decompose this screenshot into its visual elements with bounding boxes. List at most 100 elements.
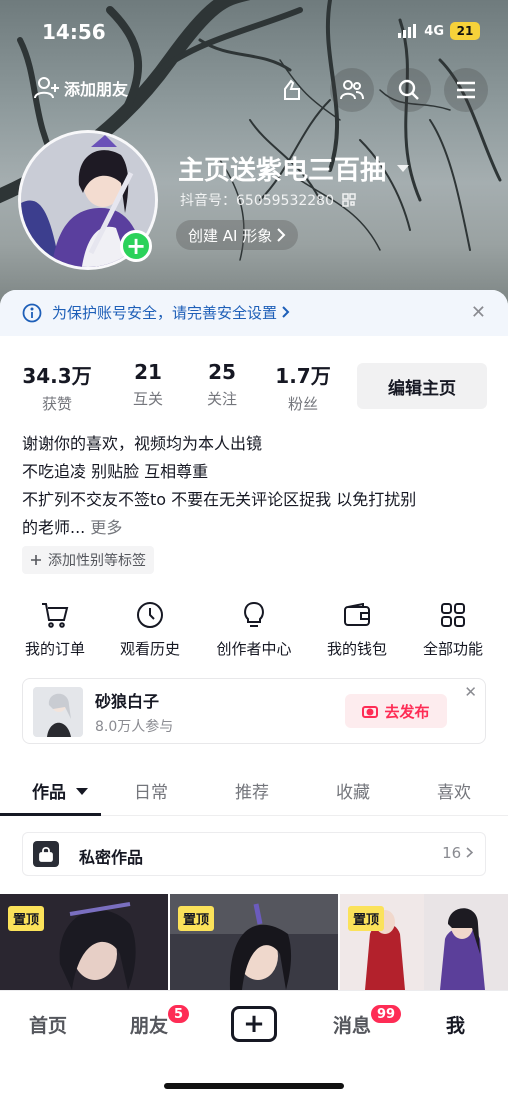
security-notice-label: 为保护账号安全，请完善安全设置: [52, 304, 278, 322]
tab-favorites[interactable]: 收藏: [336, 778, 370, 803]
menu-button[interactable]: [444, 68, 488, 112]
bio-line: 不扩列不交友不签to 不要在无关评论区捉我 以免打扰别: [22, 490, 417, 509]
status-time: 14:56: [42, 20, 106, 44]
video-tile[interactable]: 置顶: [340, 894, 508, 990]
stat-value: 34.3万: [22, 364, 92, 388]
tab-label: 作品: [32, 783, 66, 803]
chevron-right-icon: [466, 847, 474, 858]
content-tabs: 作品 日常 推荐 收藏 喜欢: [0, 770, 508, 816]
bio-line-last: 的老师... 更多: [22, 514, 492, 542]
home-indicator: [164, 1083, 344, 1089]
footprint-icon: [284, 79, 300, 100]
publish-button[interactable]: 去发布: [345, 694, 447, 728]
chevron-right-icon: [277, 228, 286, 242]
stat-mutual[interactable]: 21 互关: [118, 360, 178, 409]
bulb-icon: [244, 601, 264, 627]
stat-value: 25: [208, 360, 236, 384]
stat-followers[interactable]: 1.7万 粉丝: [270, 360, 336, 414]
quick-action-label: 创作者中心: [216, 640, 292, 658]
info-icon: [22, 303, 42, 323]
stat-value: 1.7万: [275, 364, 331, 388]
menu-icon: [457, 81, 475, 99]
stat-following[interactable]: 25 关注: [192, 360, 252, 409]
video-tile[interactable]: 置顶: [0, 894, 168, 990]
profile-card: 为保护账号安全，请完善安全设置 ✕ 34.3万 获赞 21 互关 25 关注 1…: [0, 290, 508, 1100]
add-avatar-button[interactable]: +: [120, 230, 152, 262]
tab-daily[interactable]: 日常: [134, 778, 168, 803]
stat-value: 21: [134, 360, 162, 384]
stat-label: 关注: [206, 390, 237, 408]
clock-icon: [137, 602, 163, 628]
nav-me[interactable]: 我: [446, 1011, 465, 1038]
quick-action-label: 我的订单: [24, 640, 85, 658]
nav-messages[interactable]: 消息: [333, 1011, 371, 1038]
quick-action-label: 我的钱包: [326, 640, 387, 658]
stat-likes[interactable]: 34.3万 获赞: [22, 360, 92, 414]
tab-works[interactable]: 作品: [32, 778, 88, 803]
chevron-right-icon: [282, 306, 290, 318]
private-works-count: 16: [442, 844, 474, 862]
nav-home[interactable]: 首页: [29, 1011, 67, 1038]
bio-line: 的老师...: [22, 518, 86, 537]
douyin-id-text: 抖音号：65059532280: [180, 193, 334, 209]
visitor-button[interactable]: [270, 68, 314, 112]
close-icon[interactable]: ✕: [464, 683, 477, 701]
plus-icon: +: [243, 1009, 265, 1039]
lock-icon: [33, 841, 59, 867]
add-tags-label: 添加性别等标签: [48, 553, 146, 569]
private-works-label: 私密作品: [79, 848, 144, 867]
tab-likes[interactable]: 喜欢: [437, 778, 471, 803]
plus-icon: [31, 555, 41, 565]
status-indicators: 4G 21: [398, 22, 480, 40]
profile-bio: 谢谢你的喜欢，视频均为本人出镜 不吃追凌 别贴脸 互相尊重 不扩列不交友不签to…: [22, 430, 492, 542]
quick-action-wallet[interactable]: 我的钱包: [307, 598, 407, 659]
quick-action-orders[interactable]: 我的订单: [5, 598, 105, 659]
close-icon[interactable]: ✕: [471, 302, 486, 323]
network-type: 4G: [424, 23, 444, 39]
stat-label: 互关: [132, 390, 163, 408]
promo-thumbnail-image: [33, 687, 83, 737]
profile-topbar: 添加朋友: [0, 68, 508, 112]
nav-friends[interactable]: 朋友: [130, 1011, 168, 1038]
works-grid: 置顶 置顶 置顶: [0, 894, 508, 990]
battery-level: 21: [456, 24, 474, 38]
wallet-icon: [344, 603, 370, 626]
cart-icon: [42, 603, 69, 628]
security-notice-text: 为保护账号安全，请完善安全设置: [52, 302, 290, 323]
bio-line: 谢谢你的喜欢，视频均为本人出镜: [22, 434, 263, 453]
security-notice[interactable]: 为保护账号安全，请完善安全设置 ✕: [0, 290, 508, 336]
grid-icon: [441, 603, 465, 627]
quick-action-label: 全部功能: [422, 640, 483, 658]
quick-action-history[interactable]: 观看历史: [100, 598, 200, 659]
pinned-badge: 置顶: [8, 906, 45, 931]
promo-thumbnail: [33, 687, 83, 737]
people-icon: [340, 80, 364, 100]
search-button[interactable]: [387, 68, 431, 112]
bio-more-link[interactable]: 更多: [90, 518, 122, 537]
quick-actions: 我的订单 观看历史 创作者中心 我的钱包 全部功能: [0, 598, 508, 668]
create-post-button[interactable]: +: [231, 1006, 277, 1042]
add-tags-button[interactable]: 添加性别等标签: [22, 546, 154, 574]
quick-action-label: 观看历史: [119, 640, 180, 658]
add-friend-label: 添加朋友: [64, 80, 129, 99]
edit-profile-button[interactable]: 编辑主页: [357, 363, 487, 409]
status-bar: 14:56 4G 21: [0, 18, 508, 48]
nickname-text: 主页送紫电三百抽: [178, 156, 387, 186]
private-works-row[interactable]: 私密作品 16: [22, 832, 486, 876]
video-tile[interactable]: 置顶: [170, 894, 338, 990]
bio-line: 不吃追凌 别贴脸 互相尊重: [22, 462, 209, 481]
add-user-icon: [34, 77, 59, 99]
qrcode-icon: [342, 193, 357, 207]
add-friend-button[interactable]: 添加朋友: [34, 76, 128, 100]
friends-button[interactable]: [330, 68, 374, 112]
messages-badge: 99: [369, 1003, 404, 1025]
caret-down-icon[interactable]: [396, 164, 410, 174]
quick-action-all[interactable]: 全部功能: [403, 598, 503, 659]
topic-promo-card[interactable]: 砂狼白子 8.0万人参与 去发布 ✕: [22, 678, 486, 744]
tab-recommend[interactable]: 推荐: [235, 778, 269, 803]
quick-action-creator[interactable]: 创作者中心: [204, 598, 304, 659]
create-ai-label: 创建 AI 形象: [188, 226, 273, 245]
douyin-id[interactable]: 抖音号：65059532280: [180, 190, 357, 210]
signal-icon: [398, 24, 417, 38]
create-ai-button[interactable]: 创建 AI 形象: [176, 220, 299, 250]
